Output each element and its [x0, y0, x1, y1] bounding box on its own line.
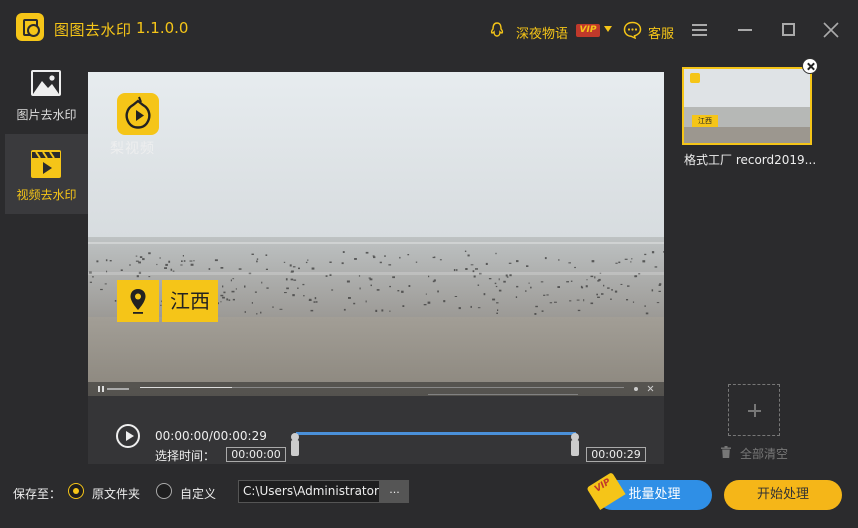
sidebar-item-label: 视频去水印 — [16, 188, 77, 202]
save-original-radio[interactable] — [68, 483, 84, 499]
location-label: 江西 — [162, 280, 218, 322]
start-process-button[interactable]: 开始处理 — [724, 480, 842, 510]
clear-all-button[interactable]: 全部清空 — [740, 445, 788, 462]
customer-service-link[interactable]: 客服 — [648, 23, 674, 42]
time-display: 00:00:00/00:00:29 — [155, 429, 267, 443]
play-button[interactable] — [116, 424, 140, 448]
save-custom-radio[interactable] — [156, 483, 172, 499]
sidebar: 图片去水印 视频去水印 — [5, 60, 88, 464]
sidebar-item-label: 图片去水印 — [16, 108, 77, 122]
sidebar-item-image-watermark[interactable]: 图片去水印 — [5, 60, 88, 140]
file-list-panel: 江西 格式工厂 record2019... 全部清空 — [664, 58, 853, 464]
bottom-bar: 保存至： 原文件夹 自定义 C:\Users\Administrator ...… — [0, 464, 858, 528]
menu-icon[interactable] — [692, 24, 707, 36]
user-name[interactable]: 深夜物语 — [516, 23, 568, 42]
save-to-label: 保存至： — [13, 487, 62, 501]
watermark-logo-icon — [117, 93, 159, 135]
chevron-down-icon[interactable] — [604, 26, 612, 32]
vip-badge[interactable]: VIP — [576, 24, 600, 37]
embedded-progress-fill — [140, 387, 232, 388]
chat-bubble-icon[interactable] — [623, 21, 642, 39]
close-icon[interactable] — [823, 22, 839, 38]
app-version: 1.1.0.0 — [136, 19, 189, 37]
trim-range-track[interactable] — [296, 432, 576, 435]
select-time-label: 选择时间： — [155, 449, 216, 463]
browse-button[interactable]: ... — [380, 480, 409, 503]
trim-start-handle[interactable] — [291, 433, 299, 456]
start-time-input[interactable]: 00:00:00 — [226, 447, 286, 462]
app-title: 图图去水印 — [54, 21, 132, 39]
minimize-icon[interactable] — [738, 29, 752, 31]
watermark-text: 梨视频 — [110, 141, 155, 157]
thumbnail-location-label: 江西 — [692, 115, 718, 127]
maximize-icon[interactable] — [782, 23, 795, 36]
video-frame-birds — [88, 242, 664, 395]
save-path-input[interactable]: C:\Users\Administrator — [238, 480, 380, 503]
end-time-input[interactable]: 00:00:29 — [586, 447, 646, 462]
save-custom-label[interactable]: 自定义 — [180, 485, 216, 502]
title-bar: 图图去水印 1.1.0.0 深夜物语 VIP 客服 — [0, 0, 858, 60]
save-original-label[interactable]: 原文件夹 — [92, 485, 140, 502]
location-pin-icon — [117, 280, 159, 322]
image-icon — [31, 70, 61, 96]
trim-end-handle[interactable] — [571, 433, 579, 456]
user-icon[interactable] — [490, 22, 504, 38]
video-icon — [31, 150, 61, 178]
video-preview[interactable]: 梨视频 江西 — [88, 72, 664, 396]
trash-icon[interactable] — [721, 446, 731, 458]
playback-controls: 00:00:00/00:00:29 选择时间： 00:00:00 00:00:2… — [88, 396, 664, 464]
file-name: 格式工厂 record2019... — [684, 153, 817, 167]
file-thumbnail[interactable]: 江西 — [682, 67, 812, 145]
watermark-logo-icon — [690, 73, 700, 83]
embedded-player-bar — [88, 382, 664, 396]
add-file-button[interactable] — [728, 384, 780, 436]
remove-file-icon[interactable] — [802, 58, 818, 74]
sidebar-item-video-watermark[interactable]: 视频去水印 — [5, 134, 88, 214]
app-logo-icon — [16, 13, 44, 41]
